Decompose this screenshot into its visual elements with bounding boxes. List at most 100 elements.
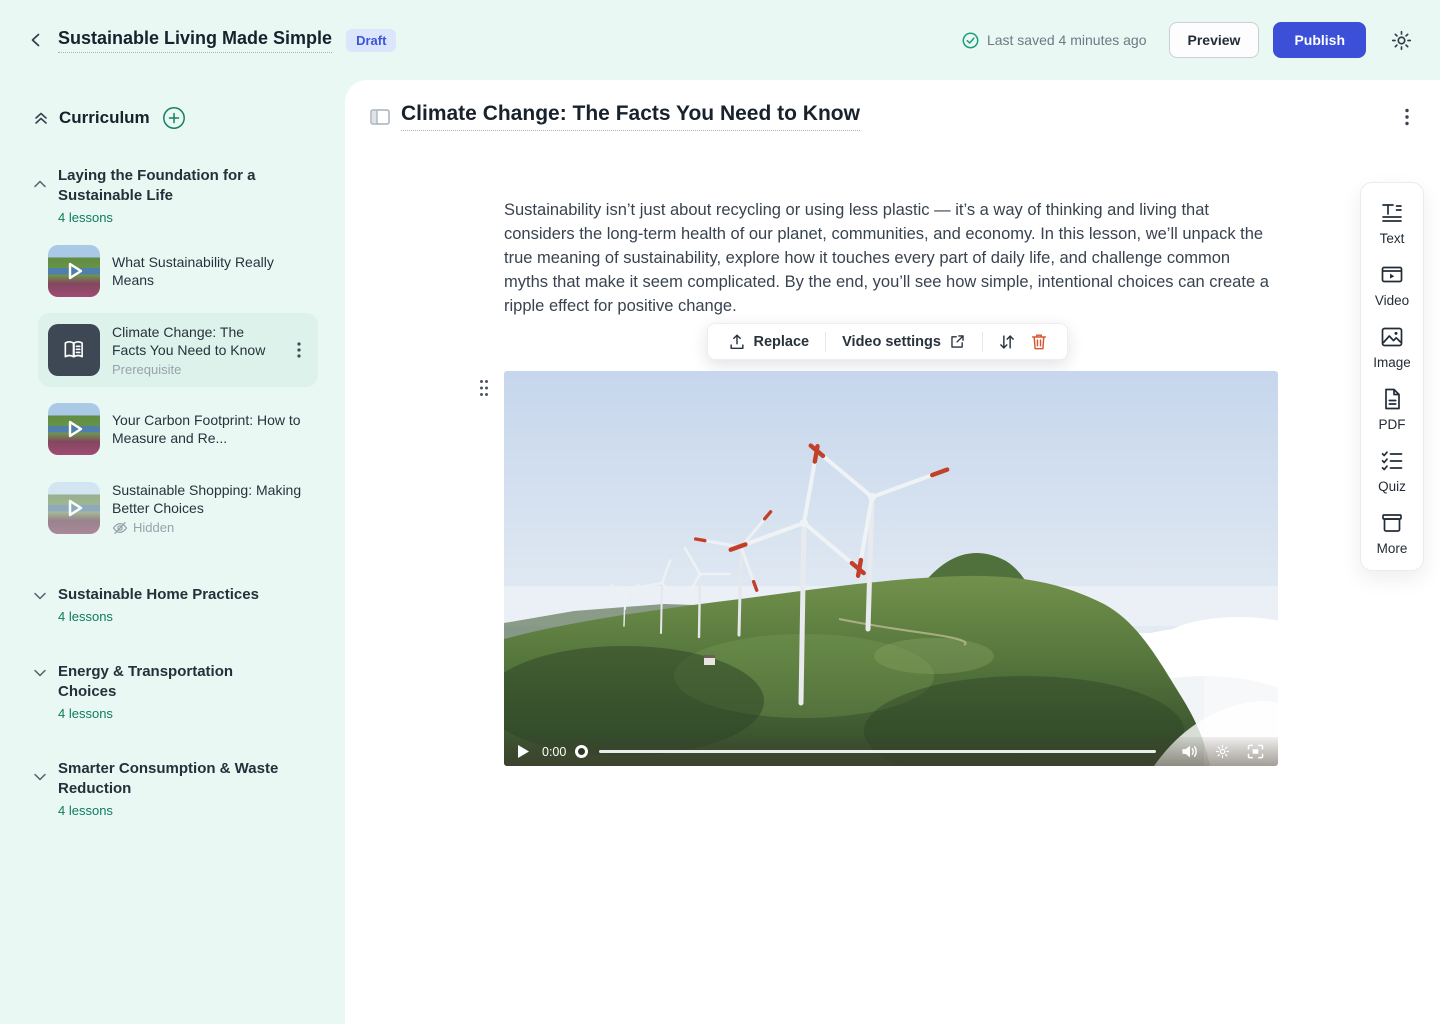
play-icon	[48, 403, 100, 455]
header: Sustainable Living Made Simple Draft Las…	[0, 0, 1440, 80]
rail-label: Quiz	[1378, 479, 1406, 494]
section-header[interactable]: Energy & Transportation Choices 4 lesson…	[32, 662, 331, 721]
pdf-block-icon	[1380, 387, 1404, 411]
hidden-label: Hidden	[133, 520, 174, 535]
settings-button[interactable]	[1388, 27, 1414, 53]
video-player[interactable]: 0:00	[504, 371, 1278, 766]
add-quiz-block-button[interactable]: Quiz	[1378, 449, 1406, 494]
more-blocks-icon	[1380, 511, 1404, 535]
kebab-icon	[292, 341, 306, 359]
double-chevron-up-icon	[32, 109, 50, 127]
panel-layout-icon	[369, 106, 391, 128]
lesson-item[interactable]: What Sustainability Really Means	[38, 235, 318, 307]
chevron-left-icon	[28, 32, 44, 48]
section-title: Sustainable Home Practices	[58, 585, 259, 605]
kebab-icon	[1400, 107, 1414, 127]
curriculum-section: Energy & Transportation Choices 4 lesson…	[32, 662, 331, 721]
preview-button[interactable]: Preview	[1169, 22, 1260, 58]
lesson-text-block[interactable]: Sustainability isn’t just about recyclin…	[504, 198, 1272, 318]
lesson-list: What Sustainability Really Means Climate…	[38, 235, 331, 545]
check-circle-icon	[962, 32, 979, 49]
section-header[interactable]: Sustainable Home Practices 4 lessons	[32, 585, 331, 624]
grip-dots-icon	[478, 378, 490, 398]
add-section-button[interactable]	[162, 106, 186, 130]
section-header[interactable]: Laying the Foundation for a Sustainable …	[32, 166, 331, 225]
fullscreen-icon	[1247, 744, 1264, 759]
publish-button[interactable]: Publish	[1273, 22, 1366, 58]
add-pdf-block-button[interactable]: PDF	[1379, 387, 1406, 432]
sidebar-toggle-button[interactable]	[369, 106, 391, 128]
trash-icon	[1030, 332, 1048, 351]
video-thumbnail	[48, 482, 100, 534]
add-image-block-button[interactable]: Image	[1373, 325, 1411, 370]
delete-block-button[interactable]	[1023, 327, 1055, 356]
lesson-title: Sustainable Shopping: Making Better Choi…	[112, 481, 308, 517]
play-icon	[48, 482, 100, 534]
progress-bar[interactable]	[599, 750, 1156, 753]
sort-arrows-icon	[998, 333, 1016, 351]
lesson-item-selected[interactable]: Climate Change: The Facts You Need to Kn…	[38, 313, 318, 387]
eye-off-icon	[112, 521, 128, 535]
video-thumbnail	[48, 245, 100, 297]
volume-icon	[1181, 744, 1198, 759]
video-block-toolbar: Replace Video settings	[707, 323, 1068, 360]
play-button[interactable]	[514, 745, 533, 758]
lesson-editor-panel: Climate Change: The Facts You Need to Kn…	[345, 80, 1440, 1024]
volume-button[interactable]	[1177, 744, 1202, 759]
move-block-button[interactable]	[991, 328, 1023, 356]
lesson-title: What Sustainability Really Means	[112, 253, 308, 289]
rail-label: More	[1377, 541, 1408, 556]
lesson-title: Climate Change: The Facts You Need to Kn…	[112, 323, 278, 359]
play-icon	[518, 745, 529, 758]
add-text-block-button[interactable]: Text	[1380, 201, 1405, 246]
gear-icon	[1215, 744, 1230, 759]
chevron-down-icon	[32, 588, 48, 604]
section-lesson-count: 4 lessons	[58, 609, 259, 624]
curriculum-title: Curriculum	[59, 108, 150, 128]
lesson-title-field[interactable]: Climate Change: The Facts You Need to Kn…	[401, 102, 860, 131]
replace-button[interactable]: Replace	[720, 327, 818, 357]
save-status: Last saved 4 minutes ago	[962, 32, 1147, 49]
curriculum-section: Sustainable Home Practices 4 lessons	[32, 585, 331, 624]
curriculum-section: Smarter Consumption & Waste Reduction 4 …	[32, 759, 331, 818]
lesson-item-hidden[interactable]: Sustainable Shopping: Making Better Choi…	[38, 471, 318, 545]
course-title[interactable]: Sustainable Living Made Simple	[58, 28, 332, 53]
add-video-block-button[interactable]: Video	[1375, 263, 1409, 308]
rail-label: Text	[1380, 231, 1405, 246]
video-still-wind-turbines	[504, 371, 1278, 766]
back-button[interactable]	[24, 28, 48, 52]
upload-icon	[728, 333, 746, 351]
quiz-block-icon	[1380, 449, 1404, 473]
toolbar-divider	[825, 332, 826, 352]
lesson-meta: Prerequisite	[112, 362, 278, 377]
lesson-header: Climate Change: The Facts You Need to Kn…	[369, 102, 1416, 131]
block-type-rail: Text Video Image PDF Quiz	[1360, 182, 1424, 571]
player-settings-button[interactable]	[1211, 744, 1234, 759]
status-badge: Draft	[346, 29, 396, 52]
video-settings-button[interactable]: Video settings	[834, 327, 974, 356]
lesson-title: Your Carbon Footprint: How to Measure an…	[112, 411, 308, 447]
curriculum-sidebar: Curriculum Laying the Foundation for a S…	[0, 80, 345, 1024]
video-thumbnail	[48, 403, 100, 455]
last-saved-text: Last saved 4 minutes ago	[987, 32, 1147, 48]
curriculum-header: Curriculum	[32, 106, 331, 130]
replace-label: Replace	[754, 334, 810, 350]
section-title: Laying the Foundation for a Sustainable …	[58, 166, 294, 206]
fullscreen-button[interactable]	[1243, 744, 1268, 759]
lesson-item[interactable]: Your Carbon Footprint: How to Measure an…	[38, 393, 318, 465]
more-blocks-button[interactable]: More	[1377, 511, 1408, 556]
collapse-all-button[interactable]	[32, 109, 50, 127]
reading-thumbnail	[48, 324, 100, 376]
lesson-menu-button[interactable]	[290, 339, 308, 361]
block-drag-handle[interactable]	[476, 376, 492, 400]
section-title: Energy & Transportation Choices	[58, 662, 294, 702]
rail-label: Video	[1375, 293, 1409, 308]
external-link-icon	[949, 333, 966, 350]
section-header[interactable]: Smarter Consumption & Waste Reduction 4 …	[32, 759, 331, 818]
curriculum-section: Laying the Foundation for a Sustainable …	[32, 166, 331, 545]
section-lesson-count: 4 lessons	[58, 803, 294, 818]
play-icon	[48, 245, 100, 297]
scrubber-handle[interactable]	[575, 745, 588, 758]
section-lesson-count: 4 lessons	[58, 706, 294, 721]
lesson-options-button[interactable]	[1398, 105, 1416, 129]
